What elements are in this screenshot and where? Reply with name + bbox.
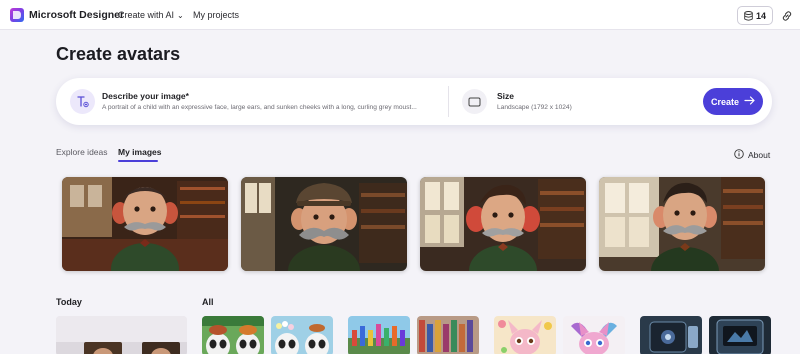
about-button[interactable]: About: [734, 149, 770, 161]
all-thumbnail-1[interactable]: [202, 316, 264, 354]
all-section-label: All: [202, 297, 214, 307]
create-button[interactable]: Create: [703, 88, 763, 115]
prompt-bar: Describe your image* A portrait of a chi…: [56, 78, 772, 125]
page-title: Create avatars: [56, 44, 181, 64]
active-tab-indicator: [118, 160, 158, 162]
arrow-right-icon: [744, 96, 755, 107]
all-thumbnail-4[interactable]: [417, 316, 479, 354]
describe-image-label: Describe your image*: [102, 91, 189, 101]
size-label: Size: [497, 91, 515, 101]
all-thumbnail-5[interactable]: [494, 316, 556, 354]
all-thumbnail-8[interactable]: [709, 316, 771, 354]
aspect-ratio-icon[interactable]: [462, 89, 487, 114]
all-thumbnail-7[interactable]: [640, 316, 702, 354]
generated-image-4[interactable]: [599, 177, 765, 271]
all-thumbnail-6[interactable]: [563, 316, 625, 354]
today-project-card[interactable]: [56, 316, 187, 354]
info-icon: [734, 149, 744, 161]
generated-image-2[interactable]: [241, 177, 407, 271]
credits-button[interactable]: 14: [737, 6, 773, 25]
generated-image-1[interactable]: [62, 177, 228, 271]
size-selector[interactable]: Landscape (1792 x 1024): [497, 104, 572, 111]
prompt-divider: [448, 86, 449, 117]
create-button-label: Create: [710, 96, 739, 107]
coin-stack-icon: [744, 10, 753, 21]
tab-my-images[interactable]: My images: [118, 147, 161, 157]
my-projects-link[interactable]: My projects: [193, 10, 239, 20]
credits-count: 14: [755, 10, 766, 21]
brand-name[interactable]: Microsoft Designer: [29, 9, 124, 21]
top-nav-bar: Microsoft Designer Create with AI ⌄ My pr…: [0, 0, 800, 30]
create-with-ai-menu[interactable]: Create with AI ⌄: [118, 10, 184, 20]
today-section-label: Today: [56, 297, 82, 307]
tab-explore-ideas[interactable]: Explore ideas: [56, 147, 108, 157]
link-icon[interactable]: [781, 9, 793, 21]
describe-image-input[interactable]: A portrait of a child with an expressive…: [102, 104, 440, 111]
all-thumbnail-3[interactable]: [348, 316, 410, 354]
generated-image-3[interactable]: [420, 177, 586, 271]
all-thumbnail-2[interactable]: [271, 316, 333, 354]
about-label: About: [748, 150, 771, 160]
create-with-ai-label: Create with AI: [118, 10, 175, 20]
text-prompt-icon: [70, 89, 95, 114]
chevron-down-icon: ⌄: [177, 11, 184, 20]
designer-logo-icon[interactable]: [10, 8, 24, 22]
